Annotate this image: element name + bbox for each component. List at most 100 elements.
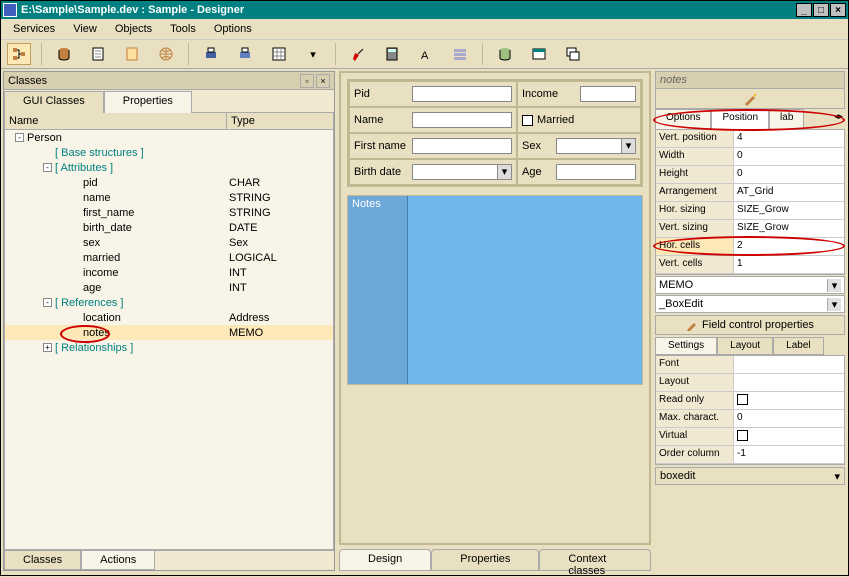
tool-printer2-icon[interactable] [233, 43, 257, 65]
input-birthdate[interactable]: ▾ [412, 164, 512, 180]
tree-row[interactable]: pidCHAR [5, 175, 333, 190]
property-row[interactable]: Width0 [656, 148, 844, 166]
property-value[interactable]: 2 [734, 238, 844, 255]
combo-boxedit[interactable]: _BoxEdit▾ [655, 295, 845, 313]
tree-row[interactable]: [ Base structures ] [5, 145, 333, 160]
tree-row[interactable]: -[ Attributes ] [5, 160, 333, 175]
tree-body[interactable]: -Person[ Base structures ]-[ Attributes … [4, 130, 334, 550]
input-firstname[interactable] [412, 138, 512, 154]
property-value[interactable]: SIZE_Grow [734, 202, 844, 219]
mid-tab-properties[interactable]: Properties [431, 549, 539, 571]
property-value[interactable]: 0 [734, 166, 844, 183]
tool-db-icon[interactable] [52, 43, 76, 65]
mid-tab-design[interactable]: Design [339, 549, 431, 571]
property-row[interactable]: Virtual [656, 428, 844, 446]
tree-row[interactable]: sexSex [5, 235, 333, 250]
rtab-options[interactable]: Options [655, 109, 711, 129]
property-row[interactable]: Font [656, 356, 844, 374]
property-row[interactable]: Hor. cells2 [656, 238, 844, 256]
notes-body[interactable] [408, 196, 642, 384]
rtab-position[interactable]: Position [711, 109, 769, 129]
tree-row[interactable]: locationAddress [5, 310, 333, 325]
tool-doc-icon[interactable] [86, 43, 110, 65]
checkbox[interactable] [737, 394, 748, 405]
tool-brush-icon[interactable] [346, 43, 370, 65]
expand-icon[interactable]: - [43, 298, 52, 307]
tool-structure-icon[interactable] [7, 43, 31, 65]
tool-calculator-icon[interactable] [380, 43, 404, 65]
property-row[interactable]: ArrangementAT_Grid [656, 184, 844, 202]
select-sex[interactable]: ▾ [556, 138, 636, 154]
minimize-button[interactable]: _ [796, 3, 812, 17]
property-row[interactable]: Layout [656, 374, 844, 392]
expand-icon[interactable]: + [43, 343, 52, 352]
col-type[interactable]: Type [227, 113, 333, 129]
tree-row[interactable]: incomeINT [5, 265, 333, 280]
checkbox-married[interactable] [522, 115, 533, 126]
tree-row[interactable]: nameSTRING [5, 190, 333, 205]
tool-db2-icon[interactable] [493, 43, 517, 65]
panel-close-icon[interactable]: × [316, 74, 330, 88]
property-row[interactable]: Hor. sizingSIZE_Grow [656, 202, 844, 220]
tool-windows-icon[interactable] [561, 43, 585, 65]
expand-icon[interactable]: - [15, 133, 24, 142]
notes-area[interactable]: Notes [347, 195, 643, 385]
property-row[interactable]: Vert. position4 [656, 130, 844, 148]
property-value[interactable] [734, 374, 844, 391]
property-value[interactable]: 1 [734, 256, 844, 273]
property-row[interactable]: Height0 [656, 166, 844, 184]
bottom-tab-actions[interactable]: Actions [81, 551, 155, 570]
tree-row[interactable]: first_nameSTRING [5, 205, 333, 220]
property-value[interactable] [734, 428, 844, 445]
rtab2-label[interactable]: Label [773, 337, 823, 355]
input-age[interactable] [556, 164, 636, 180]
tab-gui-classes[interactable]: GUI Classes [4, 91, 104, 113]
tree-row[interactable]: +[ Relationships ] [5, 340, 333, 355]
property-row[interactable]: Vert. sizingSIZE_Grow [656, 220, 844, 238]
tab-scroll-icon[interactable]: ◂▸ [832, 109, 845, 129]
property-row[interactable]: Read only [656, 392, 844, 410]
tool-printer-icon[interactable] [199, 43, 223, 65]
tree-row[interactable]: marriedLOGICAL [5, 250, 333, 265]
checkbox[interactable] [737, 430, 748, 441]
tool-dropdown-icon[interactable]: ▾ [301, 43, 325, 65]
rtab2-layout[interactable]: Layout [717, 337, 773, 355]
menu-objects[interactable]: Objects [107, 21, 160, 37]
rtab2-settings[interactable]: Settings [655, 337, 717, 355]
tool-font-icon[interactable]: A [414, 43, 438, 65]
input-income[interactable] [580, 86, 636, 102]
right-footer[interactable]: boxedit▾ [655, 467, 845, 485]
tree-row[interactable]: -[ References ] [5, 295, 333, 310]
tree-row[interactable]: notesMEMO [5, 325, 333, 340]
property-value[interactable] [734, 356, 844, 373]
field-control-button[interactable]: Field control properties [655, 315, 845, 335]
menu-tools[interactable]: Tools [162, 21, 204, 37]
input-pid[interactable] [412, 86, 512, 102]
property-value[interactable] [734, 392, 844, 409]
rtab-lab[interactable]: lab [769, 109, 804, 129]
property-row[interactable]: Vert. cells1 [656, 256, 844, 274]
property-value[interactable]: 4 [734, 130, 844, 147]
bottom-tab-classes[interactable]: Classes [4, 551, 81, 570]
tab-properties[interactable]: Properties [104, 91, 192, 113]
maximize-button[interactable]: □ [813, 3, 829, 17]
property-value[interactable]: AT_Grid [734, 184, 844, 201]
property-row[interactable]: Order column-1 [656, 446, 844, 464]
combo-memo[interactable]: MEMO▾ [655, 276, 845, 294]
tree-row[interactable]: birth_dateDATE [5, 220, 333, 235]
menu-services[interactable]: Services [5, 21, 63, 37]
tool-grid-icon[interactable] [267, 43, 291, 65]
tree-row[interactable]: ageINT [5, 280, 333, 295]
panel-pin-icon[interactable]: ▫ [300, 74, 314, 88]
tool-page-icon[interactable] [120, 43, 144, 65]
mid-tab-context[interactable]: Context classes [539, 549, 651, 571]
property-value[interactable]: -1 [734, 446, 844, 463]
property-value[interactable]: 0 [734, 410, 844, 427]
expand-icon[interactable]: - [43, 163, 52, 172]
wand-icon[interactable] [743, 92, 757, 106]
input-name[interactable] [412, 112, 512, 128]
close-button[interactable]: × [830, 3, 846, 17]
col-name[interactable]: Name [5, 113, 227, 129]
tool-globe-icon[interactable] [154, 43, 178, 65]
tree-row[interactable]: -Person [5, 130, 333, 145]
